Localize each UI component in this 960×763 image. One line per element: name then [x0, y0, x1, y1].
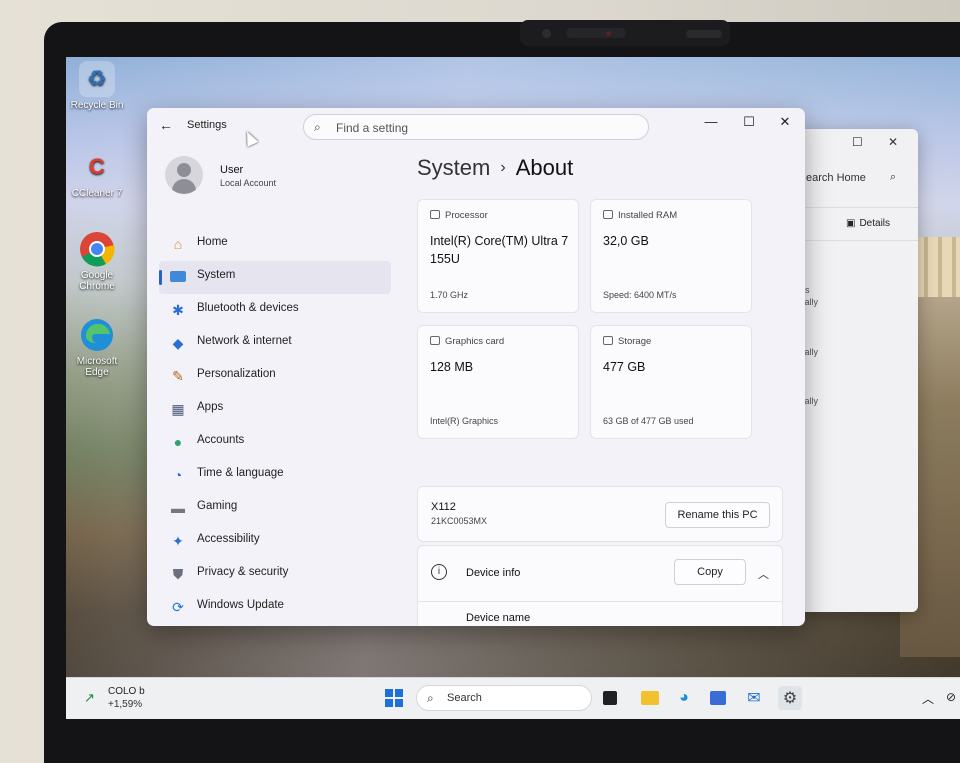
outlook-icon[interactable]: ✉ [742, 686, 766, 710]
tray-chevron-up-icon[interactable]: ︿ [922, 690, 934, 707]
ram-icon [603, 210, 613, 219]
shield-icon: ⛊ [172, 566, 184, 582]
sidebar-item-accessibility[interactable]: ✦ Accessibility [159, 525, 391, 558]
sidebar-item-apps[interactable]: ▦ Apps [159, 393, 391, 426]
processor-card: Processor Intel(R) Core(TM) Ultra 7 155U… [417, 199, 579, 313]
update-icon: ⟳ [172, 599, 184, 615]
minimize-icon[interactable]: — [701, 114, 721, 129]
desktop-icon-ccleaner[interactable]: C CCleaner 7 [66, 149, 128, 199]
breadcrumb: System › About [417, 155, 573, 181]
settings-gear-icon[interactable]: ⚙ [778, 686, 802, 710]
ccleaner-icon: C [89, 154, 105, 179]
details-button[interactable]: ▣ Details [800, 207, 918, 241]
sidebar-item-accounts[interactable]: ● Accounts [159, 426, 391, 459]
avatar [165, 156, 203, 194]
close-icon[interactable]: ✕ [775, 114, 795, 130]
sidebar-item-privacy[interactable]: ⛊ Privacy & security [159, 558, 391, 591]
sidebar-item-network[interactable]: ◆ Network & internet [159, 327, 391, 360]
settings-window: ← Settings ⌕ Find a setting — ☐ ✕ User L… [147, 108, 805, 626]
camera-lens [542, 29, 551, 38]
background-window[interactable]: ☐ ✕ earch Home⌕ ▣Details ds cally cally … [800, 129, 918, 612]
info-icon: i [431, 564, 447, 580]
rename-pc-button[interactable]: Rename this PC [665, 502, 770, 528]
device-info-section: i Device info Copy ︿ Device name [417, 545, 783, 626]
maximize-icon[interactable]: ☐ [852, 135, 863, 149]
sidebar-item-bluetooth[interactable]: ✱ Bluetooth & devices [159, 294, 391, 327]
accounts-icon: ● [173, 434, 183, 450]
globe-clock-icon: ◔ [173, 467, 183, 483]
wifi-icon: ◆ [172, 335, 184, 351]
background-search[interactable]: earch Home ⌕ [800, 163, 910, 193]
ram-card: Installed RAM 32,0 GB Speed: 6400 MT/s [590, 199, 752, 313]
store-icon[interactable] [706, 686, 730, 710]
close-icon[interactable]: ✕ [888, 135, 898, 149]
desktop-icon-recycle-bin[interactable]: ♻ Recycle Bin [66, 61, 128, 111]
chevron-up-icon[interactable]: ︿ [758, 566, 769, 582]
gamepad-icon: ▬ [171, 500, 185, 516]
task-view-icon[interactable] [598, 686, 622, 710]
brush-icon: ✎ [172, 368, 184, 384]
recycle-bin-icon: ♻ [79, 61, 115, 97]
system-icon [169, 268, 187, 286]
apps-icon: ▦ [171, 401, 185, 417]
graphics-icon [430, 336, 440, 345]
storage-card: Storage 477 GB 63 GB of 477 GB used [590, 325, 752, 439]
storage-icon [603, 336, 613, 345]
photo-background: ♻ Recycle Bin C CCleaner 7 Google Chrome… [0, 0, 960, 763]
sidebar-item-home[interactable]: ⌂ Home [159, 228, 391, 261]
camera-led [606, 31, 611, 36]
search-icon: ⌕ [427, 691, 434, 705]
start-button[interactable] [382, 686, 406, 710]
taskbar: ↗ COLO b +1,59% ⌕ Search ◕ ✉ ⚙ ︿ ⊘ [66, 677, 960, 719]
edge-icon[interactable]: ◕ [672, 686, 696, 710]
sidebar-item-windows-update[interactable]: ⟳ Windows Update [159, 591, 391, 624]
camera-shutter [686, 30, 722, 38]
processor-icon [430, 210, 440, 219]
sidebar-item-time-language[interactable]: ◔ Time & language [159, 459, 391, 492]
windows-logo-icon [385, 689, 403, 707]
maximize-icon[interactable]: ☐ [739, 114, 759, 130]
sidebar-nav: ⌂ Home System ✱ Bluetooth & devices ◆ Netwo… [159, 228, 391, 624]
pc-name-row: X112 21KC0053MX Rename this PC [417, 486, 783, 542]
bluetooth-icon: ✱ [172, 302, 184, 318]
copy-button[interactable]: Copy [674, 559, 746, 585]
network-off-icon[interactable]: ⊘ [946, 690, 956, 704]
sidebar-item-system[interactable]: System [159, 261, 391, 294]
breadcrumb-parent[interactable]: System [417, 155, 490, 180]
chevron-right-icon: › [500, 159, 506, 176]
stock-trend-icon: ↗ [84, 690, 95, 705]
search-icon: ⌕ [314, 120, 321, 134]
page-title: About [515, 155, 574, 180]
user-profile[interactable]: User Local Account [165, 156, 276, 194]
desktop-icon-edge[interactable]: Microsoft Edge [66, 317, 128, 378]
back-arrow-icon[interactable]: ← [159, 117, 173, 133]
app-title: Settings [187, 119, 227, 131]
details-icon: ▣ [846, 218, 856, 229]
home-icon: ⌂ [173, 236, 183, 252]
desktop-icon-chrome[interactable]: Google Chrome [66, 231, 128, 292]
sidebar-item-gaming[interactable]: ▬ Gaming [159, 492, 391, 525]
camera-sensor [566, 28, 626, 38]
settings-search-input[interactable]: ⌕ Find a setting [303, 114, 649, 140]
desktop: ♻ Recycle Bin C CCleaner 7 Google Chrome… [66, 57, 960, 719]
chrome-icon [79, 231, 115, 267]
edge-icon [79, 317, 115, 353]
search-icon: ⌕ [890, 171, 897, 183]
webcam-housing [520, 20, 730, 46]
file-explorer-icon[interactable] [638, 686, 662, 710]
taskbar-search[interactable]: ⌕ Search [416, 685, 592, 711]
graphics-card: Graphics card 128 MB Intel(R) Graphics [417, 325, 579, 439]
sidebar-item-personalization[interactable]: ✎ Personalization [159, 360, 391, 393]
accessibility-icon: ✦ [172, 533, 184, 549]
